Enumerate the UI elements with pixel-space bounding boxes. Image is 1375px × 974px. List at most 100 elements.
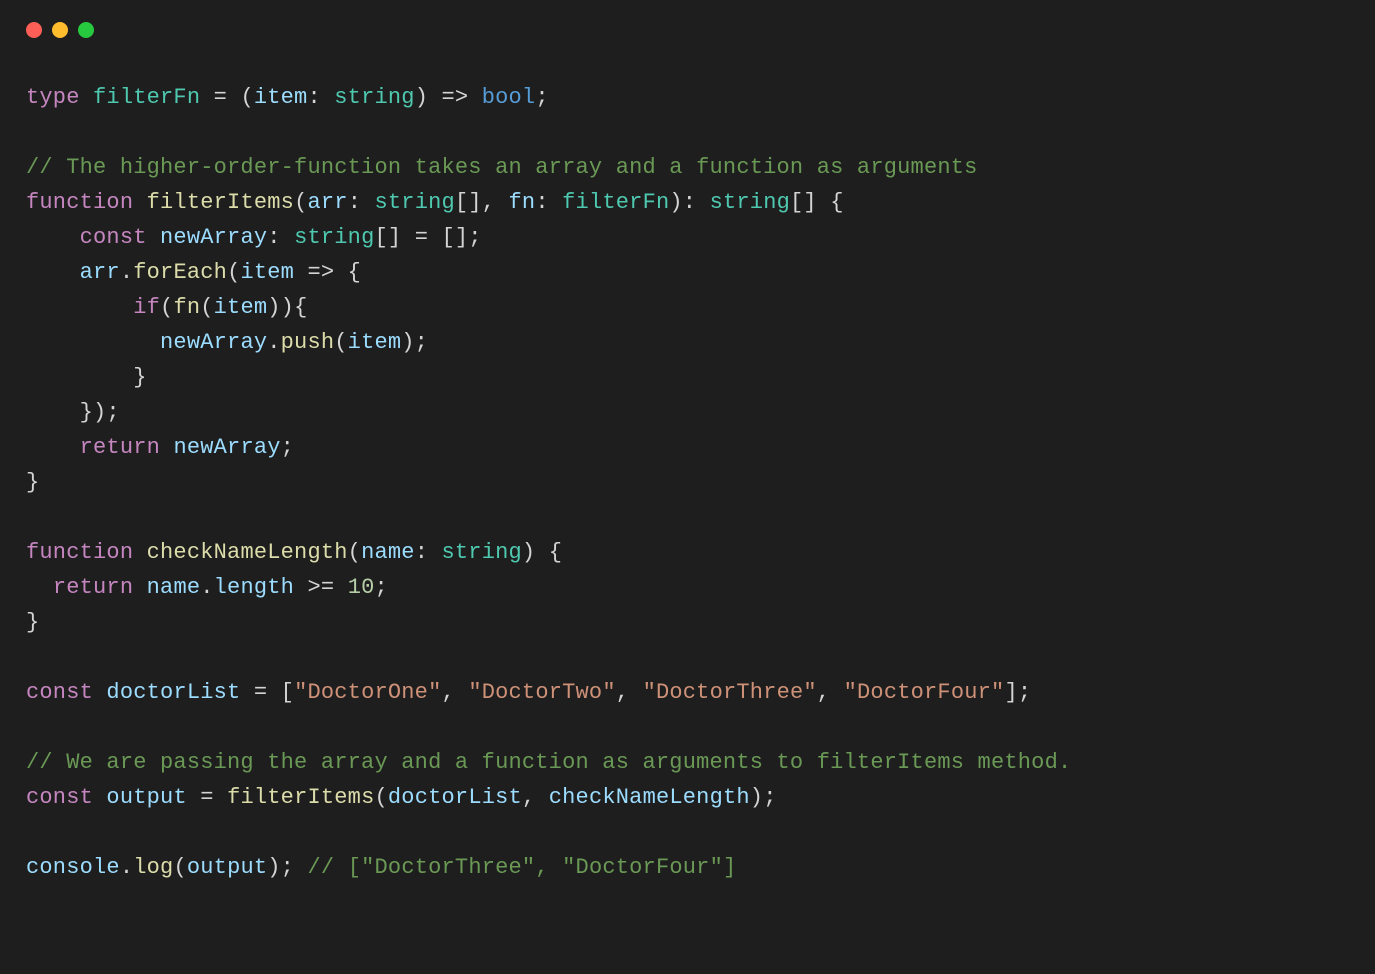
minimize-icon[interactable] <box>52 22 68 38</box>
code-token-var: item <box>240 260 294 285</box>
code-token-var: arr <box>80 260 120 285</box>
code-token-kw: return <box>53 575 133 600</box>
code-token-punc: ( <box>227 260 240 285</box>
code-token-punc: = <box>187 785 227 810</box>
code-line: return name.length >= 10; <box>26 575 388 600</box>
code-token-str: "DoctorThree" <box>643 680 817 705</box>
code-token-punc <box>133 190 146 215</box>
code-token-punc: ); <box>401 330 428 355</box>
code-token-punc: . <box>267 330 280 355</box>
code-token-punc: : <box>415 540 442 565</box>
code-token-var: name <box>361 540 415 565</box>
code-token-fn: filterItems <box>227 785 374 810</box>
code-token-str: "DoctorOne" <box>294 680 441 705</box>
code-token-punc: ); <box>267 855 307 880</box>
code-token-punc: : <box>348 190 375 215</box>
code-line: function checkNameLength(name: string) { <box>26 540 562 565</box>
code-token-comment: // ["DoctorThree", "DoctorFour"] <box>308 855 737 880</box>
code-token-punc <box>133 575 146 600</box>
code-token-punc: } <box>26 610 39 635</box>
code-token-punc: ( <box>173 855 186 880</box>
code-token-fn: fn <box>173 295 200 320</box>
code-token-punc <box>26 435 80 460</box>
code-token-fn: filterItems <box>147 190 294 215</box>
code-token-punc: ( <box>294 190 307 215</box>
code-token-punc: . <box>120 260 133 285</box>
code-line: console.log(output); // ["DoctorThree", … <box>26 855 736 880</box>
close-icon[interactable] <box>26 22 42 38</box>
code-token-var: output <box>187 855 267 880</box>
code-token-punc: ): <box>669 190 709 215</box>
code-token-kw: const <box>26 785 93 810</box>
code-token-punc: = [ <box>240 680 294 705</box>
code-token-punc: ( <box>160 295 173 320</box>
code-token-var: fn <box>509 190 536 215</box>
code-line: if(fn(item)){ <box>26 295 307 320</box>
code-token-punc <box>26 225 80 250</box>
code-token-punc: } <box>26 365 147 390</box>
code-token-var: doctorList <box>388 785 522 810</box>
code-token-punc: ( <box>200 295 213 320</box>
code-token-punc: )){ <box>267 295 307 320</box>
code-token-var: length <box>214 575 294 600</box>
code-token-kw: const <box>80 225 147 250</box>
code-token-punc: = ( <box>200 85 254 110</box>
code-token-punc: >= <box>294 575 348 600</box>
code-token-punc: : <box>535 190 562 215</box>
code-token-fn: log <box>133 855 173 880</box>
code-token-punc: , <box>817 680 844 705</box>
code-token-kw: const <box>26 680 93 705</box>
code-block: type filterFn = (item: string) => bool; … <box>26 80 1349 885</box>
code-token-type: string <box>710 190 790 215</box>
code-token-var: newArray <box>173 435 280 460</box>
code-token-punc: ); <box>750 785 777 810</box>
code-token-punc <box>26 330 160 355</box>
code-token-punc <box>26 295 133 320</box>
code-token-comment: // The higher-order-function takes an ar… <box>26 155 978 180</box>
code-token-str: "DoctorTwo" <box>468 680 615 705</box>
code-token-punc: . <box>120 855 133 880</box>
code-token-var: console <box>26 855 120 880</box>
code-token-punc: ( <box>375 785 388 810</box>
code-token-type: string <box>442 540 522 565</box>
code-token-punc: , <box>442 680 469 705</box>
code-token-punc: ; <box>375 575 388 600</box>
code-line: const doctorList = ["DoctorOne", "Doctor… <box>26 680 1031 705</box>
code-token-punc: } <box>26 470 39 495</box>
code-token-punc: ) { <box>522 540 562 565</box>
maximize-icon[interactable] <box>78 22 94 38</box>
code-token-punc <box>133 540 146 565</box>
code-token-fn: forEach <box>133 260 227 285</box>
code-token-punc: ; <box>535 85 548 110</box>
code-line: return newArray; <box>26 435 294 460</box>
code-token-punc <box>93 680 106 705</box>
code-token-punc: [] { <box>790 190 844 215</box>
window-controls <box>26 22 94 38</box>
code-token-kw: if <box>133 295 160 320</box>
code-token-type: filterFn <box>93 85 200 110</box>
code-window: type filterFn = (item: string) => bool; … <box>0 0 1375 974</box>
code-token-punc: , <box>522 785 549 810</box>
code-line: newArray.push(item); <box>26 330 428 355</box>
code-token-type: filterFn <box>562 190 669 215</box>
code-token-punc: ; <box>281 435 294 460</box>
code-token-var: output <box>106 785 186 810</box>
code-token-var: newArray <box>160 330 267 355</box>
code-token-type: string <box>375 190 455 215</box>
code-token-var: arr <box>307 190 347 215</box>
code-token-fn: push <box>281 330 335 355</box>
code-token-kw: function <box>26 190 133 215</box>
code-line: // We are passing the array and a functi… <box>26 750 1071 775</box>
code-token-punc: ) => <box>415 85 482 110</box>
code-line: // The higher-order-function takes an ar… <box>26 155 978 180</box>
code-token-var: item <box>214 295 268 320</box>
code-token-punc <box>26 260 80 285</box>
code-token-punc <box>26 575 53 600</box>
code-token-var: checkNameLength <box>549 785 750 810</box>
code-token-type: string <box>334 85 414 110</box>
code-token-kw: return <box>80 435 160 460</box>
code-token-punc <box>160 435 173 460</box>
code-line: function filterItems(arr: string[], fn: … <box>26 190 844 215</box>
code-line: arr.forEach(item => { <box>26 260 361 285</box>
code-token-var: name <box>147 575 201 600</box>
